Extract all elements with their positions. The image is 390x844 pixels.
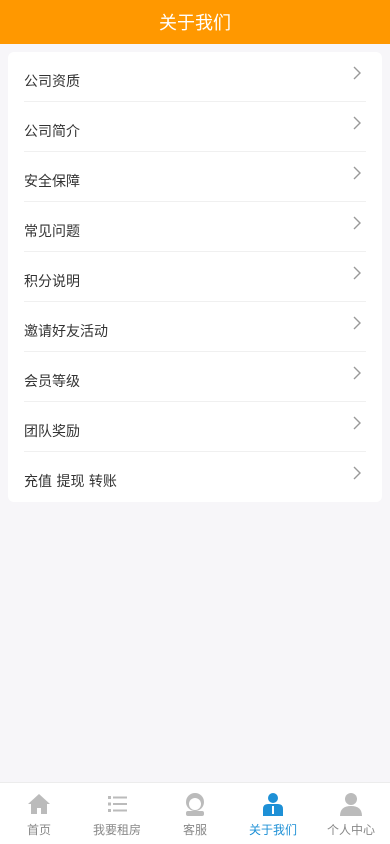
tab-label: 个人中心 xyxy=(326,823,375,837)
service-icon xyxy=(186,793,204,816)
user-icon xyxy=(340,793,362,816)
menu-item-label: 安全保障 xyxy=(24,173,80,190)
menu-item-company-qualification[interactable]: 公司资质 xyxy=(24,52,366,102)
chevron-right-icon xyxy=(353,116,361,129)
menu-item-team-reward[interactable]: 团队奖励 xyxy=(24,402,366,452)
bottom-tab-bar: 首页 我要租房 客服 关于我们 个人中心 xyxy=(0,782,390,844)
menu-item-label: 常见问题 xyxy=(24,223,80,240)
tab-customer-service[interactable]: 客服 xyxy=(156,783,234,844)
about-menu: 公司资质 公司简介 安全保障 常见问题 积分说明 邀请好友活动 会员等级 团队奖… xyxy=(8,52,382,502)
chevron-right-icon xyxy=(353,166,361,179)
menu-item-label: 团队奖励 xyxy=(24,423,80,440)
menu-item-label: 充值 提现 转账 xyxy=(24,474,117,490)
tab-personal-center[interactable]: 个人中心 xyxy=(312,783,390,844)
menu-item-points-info[interactable]: 积分说明 xyxy=(24,252,366,302)
menu-item-label: 邀请好友活动 xyxy=(24,323,108,340)
chevron-right-icon xyxy=(353,466,361,480)
menu-item-company-profile[interactable]: 公司简介 xyxy=(24,102,366,152)
menu-item-label: 公司资质 xyxy=(24,73,80,90)
menu-item-deposit-withdraw-transfer[interactable]: 充值 提现 转账 xyxy=(24,452,366,502)
tab-rent-house[interactable]: 我要租房 xyxy=(78,783,156,844)
page-header: 关于我们 xyxy=(0,0,390,44)
chevron-right-icon xyxy=(353,216,361,229)
chevron-right-icon xyxy=(353,366,361,379)
tab-label: 关于我们 xyxy=(248,823,297,837)
tab-about-us[interactable]: 关于我们 xyxy=(234,783,312,844)
menu-item-member-level[interactable]: 会员等级 xyxy=(24,352,366,402)
list-icon xyxy=(108,796,127,812)
tab-label: 客服 xyxy=(182,823,207,837)
menu-item-invite-friends[interactable]: 邀请好友活动 xyxy=(24,302,366,352)
page-title: 关于我们 xyxy=(159,13,231,34)
tab-label: 我要租房 xyxy=(92,823,141,837)
chevron-right-icon xyxy=(353,416,361,429)
menu-item-security[interactable]: 安全保障 xyxy=(24,152,366,202)
chevron-right-icon xyxy=(353,66,361,79)
tab-label: 首页 xyxy=(26,823,51,837)
menu-item-faq[interactable]: 常见问题 xyxy=(24,202,366,252)
menu-item-label: 会员等级 xyxy=(24,373,80,390)
menu-item-label: 积分说明 xyxy=(24,273,80,290)
home-icon xyxy=(28,794,50,814)
chevron-right-icon xyxy=(353,316,361,329)
about-icon xyxy=(263,793,283,816)
menu-item-label: 公司简介 xyxy=(24,123,80,140)
chevron-right-icon xyxy=(353,266,361,279)
tab-home[interactable]: 首页 xyxy=(0,783,78,844)
